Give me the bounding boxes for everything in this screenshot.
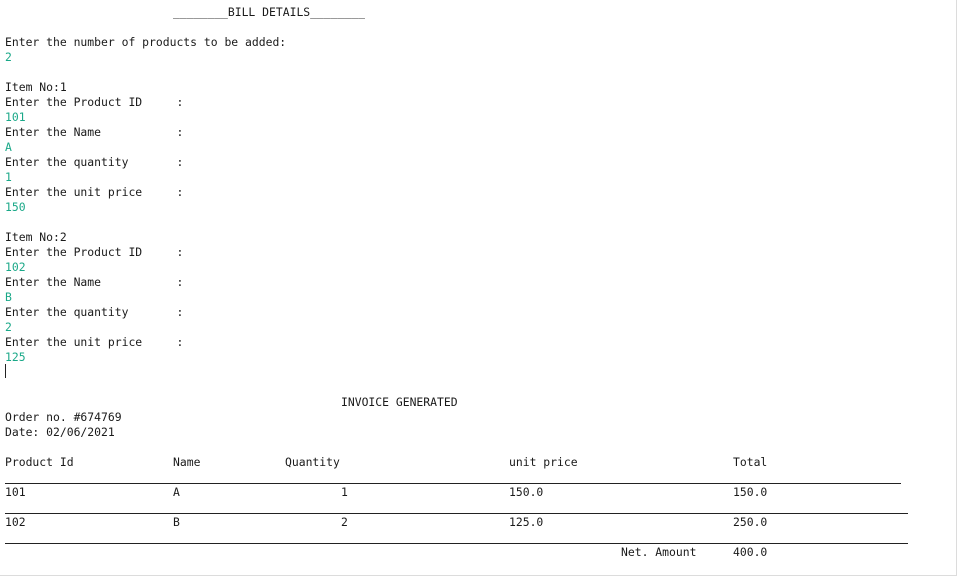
input-product-id: 102 — [5, 260, 26, 274]
row-quantity: 1 — [341, 485, 348, 499]
column-header-name: Name — [173, 455, 201, 469]
row-quantity: 2 — [341, 515, 348, 529]
table-divider — [5, 543, 908, 544]
input-quantity: 1 — [5, 170, 12, 184]
row-total: 150.0 — [733, 485, 768, 499]
item-heading: Item No:1 — [5, 80, 67, 94]
prompt-unit-price: Enter the unit price : — [5, 185, 184, 199]
row-unit-price: 125.0 — [509, 515, 544, 529]
column-header-total: Total — [733, 455, 768, 469]
count-input-value: 2 — [5, 50, 12, 64]
item-heading: Item No:2 — [5, 230, 67, 244]
bill-details-title: ________BILL DETAILS________ — [173, 5, 366, 19]
column-header-product-id: Product Id — [5, 455, 74, 469]
prompt-unit-price: Enter the unit price : — [5, 335, 184, 349]
count-prompt-label: Enter the number of products to be added… — [5, 35, 287, 49]
console-output[interactable]: ________BILL DETAILS________ Enter the n… — [0, 0, 957, 576]
input-quantity: 2 — [5, 320, 12, 334]
row-product-id: 102 — [5, 515, 26, 529]
input-unit-price: 125 — [5, 350, 26, 364]
prompt-quantity: Enter the quantity : — [5, 305, 184, 319]
input-unit-price: 150 — [5, 200, 26, 214]
text-cursor — [5, 364, 6, 378]
net-amount-label: Net. Amount — [621, 545, 697, 559]
order-date: Date: 02/06/2021 — [5, 425, 115, 439]
prompt-product-id: Enter the Product ID : — [5, 245, 184, 259]
row-name: B — [173, 515, 180, 529]
prompt-name: Enter the Name : — [5, 125, 184, 139]
row-name: A — [173, 485, 180, 499]
input-product-id: 101 — [5, 110, 26, 124]
prompt-name: Enter the Name : — [5, 275, 184, 289]
column-header-unit-price: unit price — [509, 455, 578, 469]
invoice-title: INVOICE GENERATED — [341, 395, 458, 409]
net-amount-value: 400.0 — [733, 545, 768, 559]
table-divider — [5, 513, 908, 514]
input-name: B — [5, 290, 12, 304]
prompt-quantity: Enter the quantity : — [5, 155, 184, 169]
row-product-id: 101 — [5, 485, 26, 499]
column-header-quantity: Quantity — [285, 455, 340, 469]
table-divider — [5, 483, 901, 484]
row-unit-price: 150.0 — [509, 485, 544, 499]
row-total: 250.0 — [733, 515, 768, 529]
order-number: Order no. #674769 — [5, 410, 122, 424]
prompt-product-id: Enter the Product ID : — [5, 95, 184, 109]
input-name: A — [5, 140, 12, 154]
